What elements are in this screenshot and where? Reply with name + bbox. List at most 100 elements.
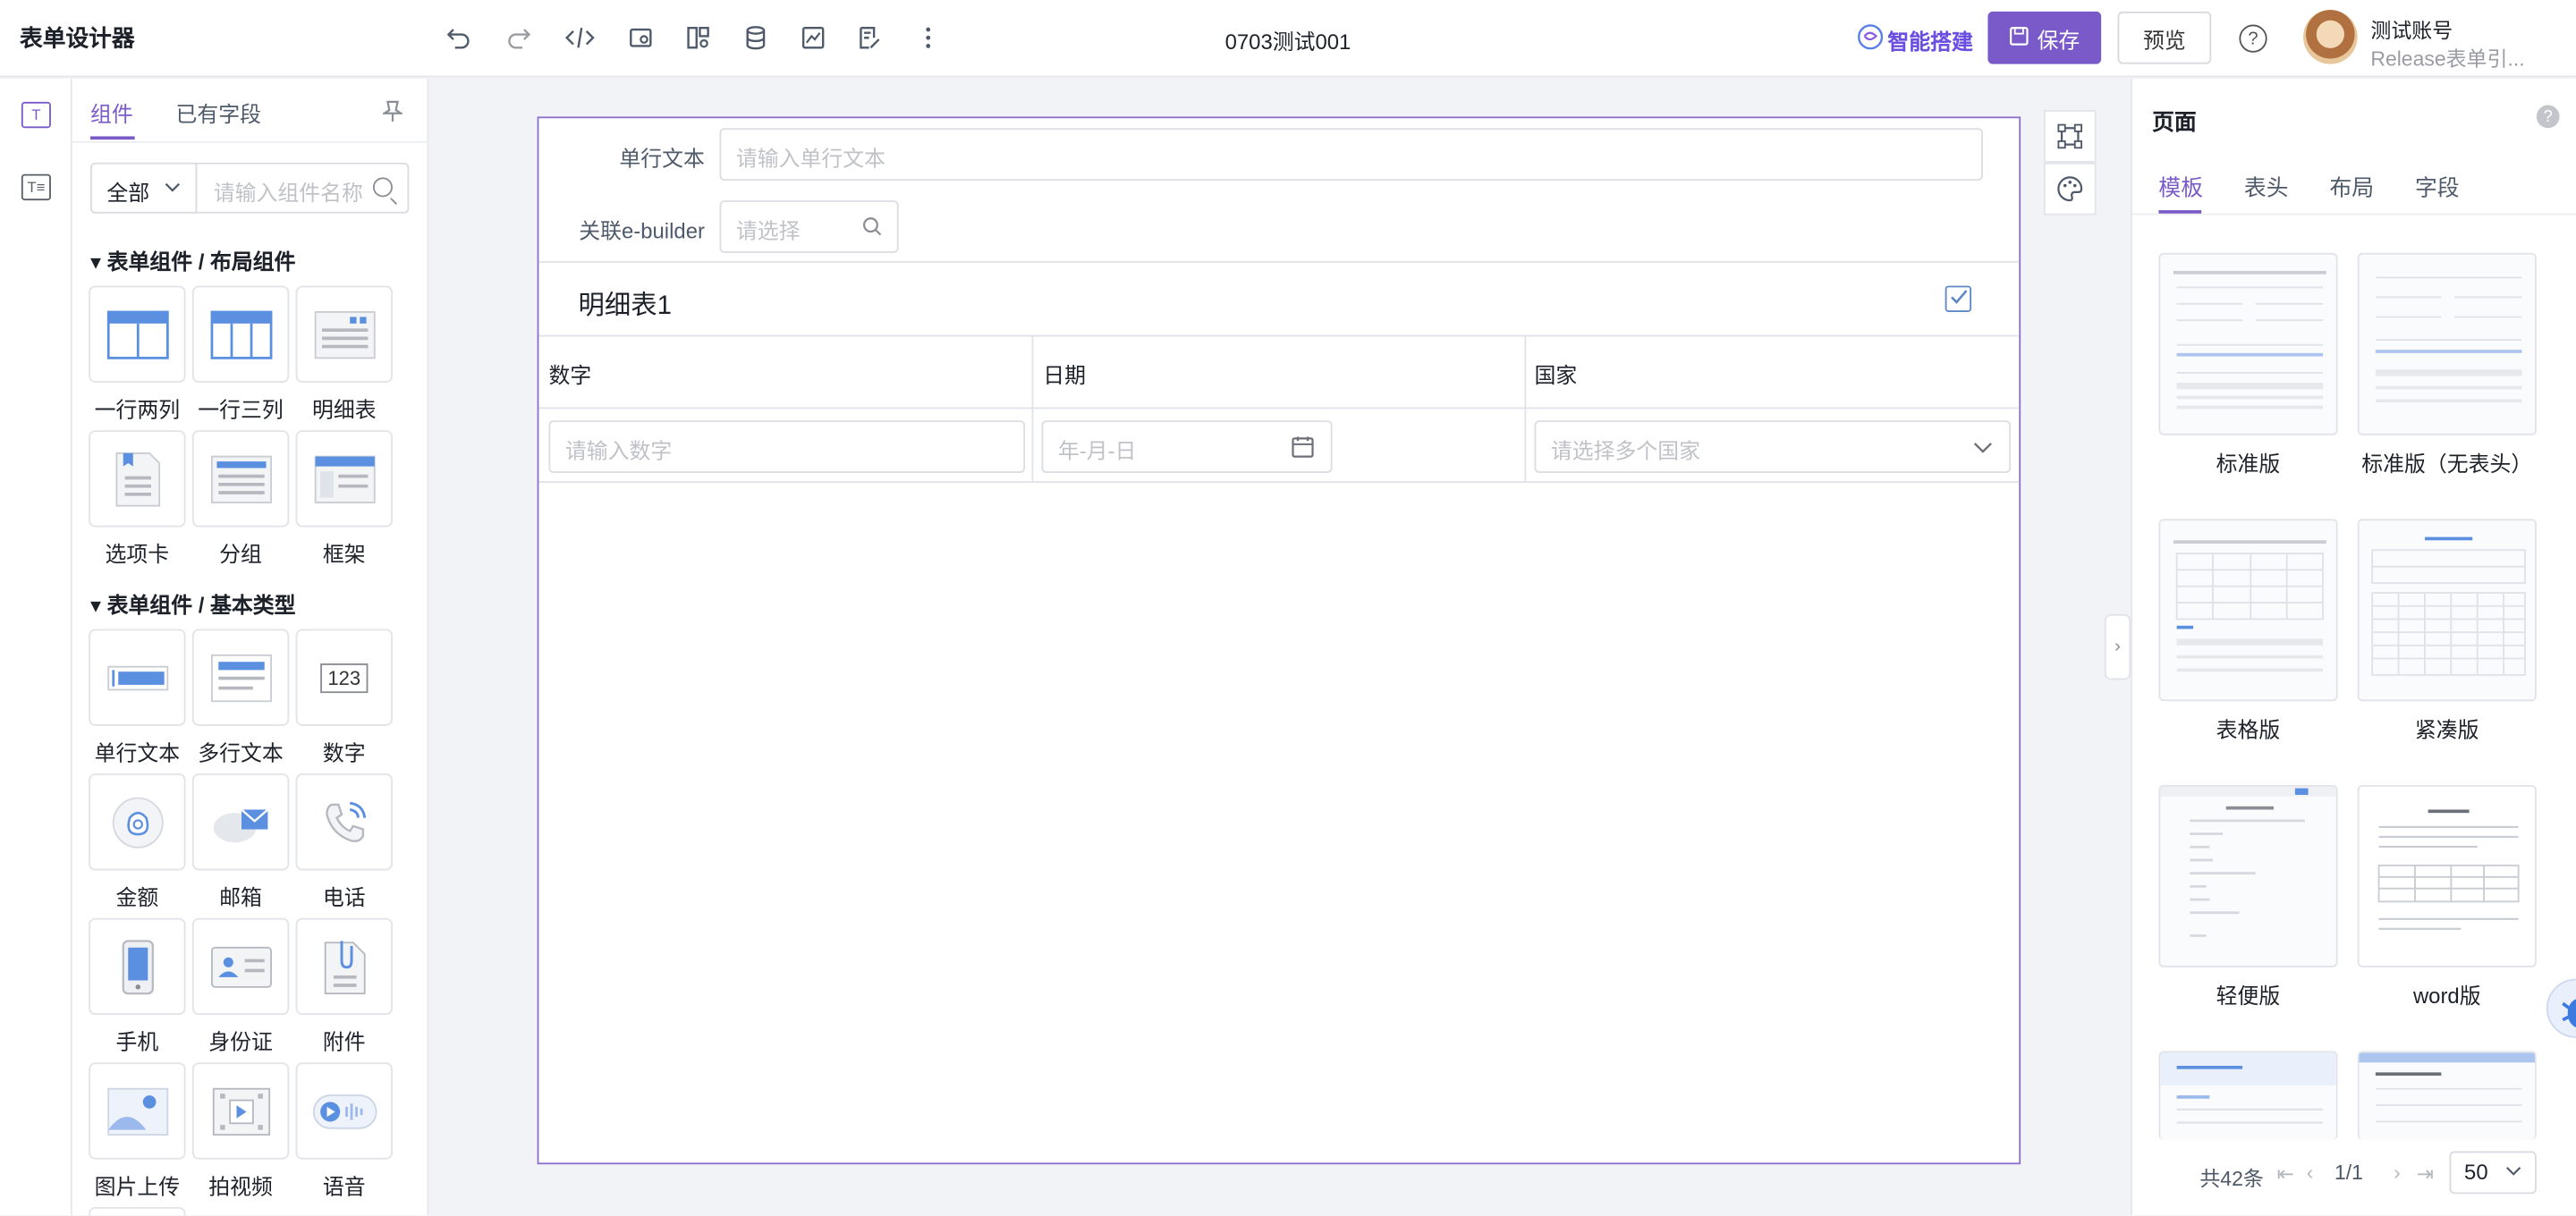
layout-icon[interactable] xyxy=(683,23,713,53)
calendar-icon[interactable] xyxy=(1292,435,1315,463)
divider xyxy=(538,261,2020,263)
tab-template[interactable]: 模板 xyxy=(2158,169,2203,202)
ebuilder-select[interactable]: 请选择 xyxy=(719,200,899,253)
comp-mobile[interactable]: 手机 xyxy=(89,917,186,1056)
form-name[interactable]: 0703测试001 xyxy=(1150,25,1427,56)
template-compact[interactable]: 紧凑版 xyxy=(2357,519,2537,744)
save-button[interactable]: 保存 xyxy=(1987,11,2102,64)
comp-image-upload[interactable]: 图片上传 xyxy=(89,1062,186,1200)
template-thumbnail xyxy=(2357,1051,2537,1140)
pagination-total: 共42条 xyxy=(2199,1167,2264,1191)
section-basic-title[interactable]: ▾ 表单组件 / 基本类型 xyxy=(90,588,296,620)
comp-email[interactable]: 邮箱 xyxy=(191,773,290,911)
column-divider xyxy=(1031,334,1034,482)
tab-header[interactable]: 表头 xyxy=(2244,169,2289,202)
single-text-input[interactable]: 请输入单行文本 xyxy=(719,128,1983,182)
video-icon xyxy=(191,1062,290,1160)
tab-components[interactable]: 组件 xyxy=(90,97,133,128)
chart-icon[interactable] xyxy=(799,23,828,53)
divider xyxy=(2132,213,2576,215)
edit-doc-icon[interactable] xyxy=(854,23,884,53)
palette-icon[interactable] xyxy=(2043,162,2097,215)
comp-detail-table[interactable]: 明细表 xyxy=(295,285,393,424)
component-search[interactable]: 请输入组件名称 xyxy=(197,162,410,214)
search-icon[interactable] xyxy=(862,216,882,241)
first-page-icon[interactable]: ⇤ xyxy=(2277,1161,2294,1186)
comp-label: 框架 xyxy=(322,542,366,567)
template-word[interactable]: word版 xyxy=(2357,784,2537,1010)
comp-id-card[interactable]: 身份证 xyxy=(191,917,290,1056)
pin-icon[interactable] xyxy=(381,100,404,128)
page-size-select[interactable]: 50 xyxy=(2449,1151,2537,1195)
comp-single-text[interactable]: 单行文本 xyxy=(89,629,186,766)
template-standard-no-header[interactable]: 标准版（无表头） xyxy=(2357,252,2537,478)
column-header-number[interactable]: 数字 xyxy=(548,358,591,389)
comp-phone[interactable]: 电话 xyxy=(295,773,393,911)
template-standard[interactable]: 标准版 xyxy=(2158,252,2338,478)
category-select[interactable]: 全部 xyxy=(90,162,198,214)
ai-build-button[interactable]: 智能搭建 xyxy=(1856,23,1973,56)
comp-video[interactable]: 拍视频 xyxy=(191,1062,290,1200)
last-page-icon[interactable]: ⇥ xyxy=(2417,1161,2434,1186)
date-picker[interactable]: 年-月-日 xyxy=(1041,420,1333,473)
chevron-right-icon[interactable]: › xyxy=(2104,613,2131,680)
template-thumbnail xyxy=(2357,252,2537,435)
field-label-single-text[interactable]: 单行文本 xyxy=(538,141,705,173)
number-input[interactable]: 请输入数字 xyxy=(548,420,1026,473)
code-icon[interactable] xyxy=(564,23,595,53)
number-icon: 123 xyxy=(295,629,393,726)
redo-icon[interactable] xyxy=(504,23,534,53)
column-header-country[interactable]: 国家 xyxy=(1534,358,1577,389)
help-icon[interactable]: ? xyxy=(2239,24,2267,53)
tab-active-indicator xyxy=(90,136,135,140)
database-icon[interactable] xyxy=(741,23,770,53)
avatar[interactable] xyxy=(2303,10,2358,64)
field-label-ebuilder[interactable]: 关联e-builder xyxy=(538,214,705,245)
tab-existing-fields[interactable]: 已有字段 xyxy=(176,97,262,128)
comp-three-columns[interactable]: 一行三列 xyxy=(191,285,290,424)
comp-label: 电话 xyxy=(322,884,366,910)
template-table[interactable]: 表格版 xyxy=(2158,519,2338,744)
comp-group[interactable]: 分组 xyxy=(191,430,290,568)
table-bottom-border xyxy=(538,481,2020,483)
user-name[interactable]: 测试账号 xyxy=(2370,13,2453,45)
search-icon[interactable] xyxy=(372,177,393,198)
chevron-down-icon[interactable] xyxy=(1973,437,1993,462)
next-page-icon[interactable]: › xyxy=(2394,1161,2401,1185)
section-layout-title[interactable]: ▾ 表单组件 / 布局组件 xyxy=(90,245,296,276)
template-light[interactable]: 轻便版 xyxy=(2158,784,2338,1010)
tab-fields[interactable]: 字段 xyxy=(2415,169,2460,202)
comp-label: 邮箱 xyxy=(219,884,262,910)
column-header-date[interactable]: 日期 xyxy=(1043,358,1086,389)
text-list-icon[interactable]: T≡ xyxy=(21,173,51,201)
detail-table-title[interactable]: 明细表1 xyxy=(579,283,673,322)
tab-layout[interactable]: 布局 xyxy=(2329,169,2374,202)
template-thumbnail xyxy=(2158,519,2338,702)
template-more-2[interactable] xyxy=(2357,1051,2537,1140)
comp-two-columns[interactable]: 一行两列 xyxy=(89,285,186,424)
prev-page-icon[interactable]: ‹ xyxy=(2307,1161,2314,1185)
comp-tabs[interactable]: 选项卡 xyxy=(89,430,186,568)
comp-attachment[interactable]: 附件 xyxy=(295,917,393,1056)
template-more-1[interactable] xyxy=(2158,1051,2338,1140)
comp-multi-text[interactable]: 多行文本 xyxy=(191,629,290,766)
help-icon[interactable]: ? xyxy=(2536,105,2560,129)
comp-label: 单行文本 xyxy=(94,740,181,765)
comp-frame[interactable]: 框架 xyxy=(295,430,393,568)
text-component-icon[interactable]: T xyxy=(21,101,51,129)
search-input[interactable]: 请输入组件名称 xyxy=(214,176,371,207)
preview-button[interactable]: 预览 xyxy=(2117,11,2212,64)
comp-amount[interactable]: 金额 xyxy=(89,773,186,911)
undo-icon[interactable] xyxy=(444,23,473,53)
country-multi-select[interactable]: 请选择多个国家 xyxy=(1534,420,2012,473)
ai-brain-icon xyxy=(1856,23,1884,56)
edit-check-icon[interactable] xyxy=(1945,285,1972,312)
multi-text-icon xyxy=(191,629,290,726)
comp-voice[interactable]: 语音 xyxy=(295,1062,393,1200)
comp-label: 分组 xyxy=(219,542,262,567)
more-icon[interactable] xyxy=(913,23,943,53)
select-frame-icon[interactable] xyxy=(2043,110,2097,163)
comp-number[interactable]: 123 数字 xyxy=(295,629,393,766)
print-icon[interactable] xyxy=(626,23,656,53)
comp-label: 数字 xyxy=(322,740,366,765)
